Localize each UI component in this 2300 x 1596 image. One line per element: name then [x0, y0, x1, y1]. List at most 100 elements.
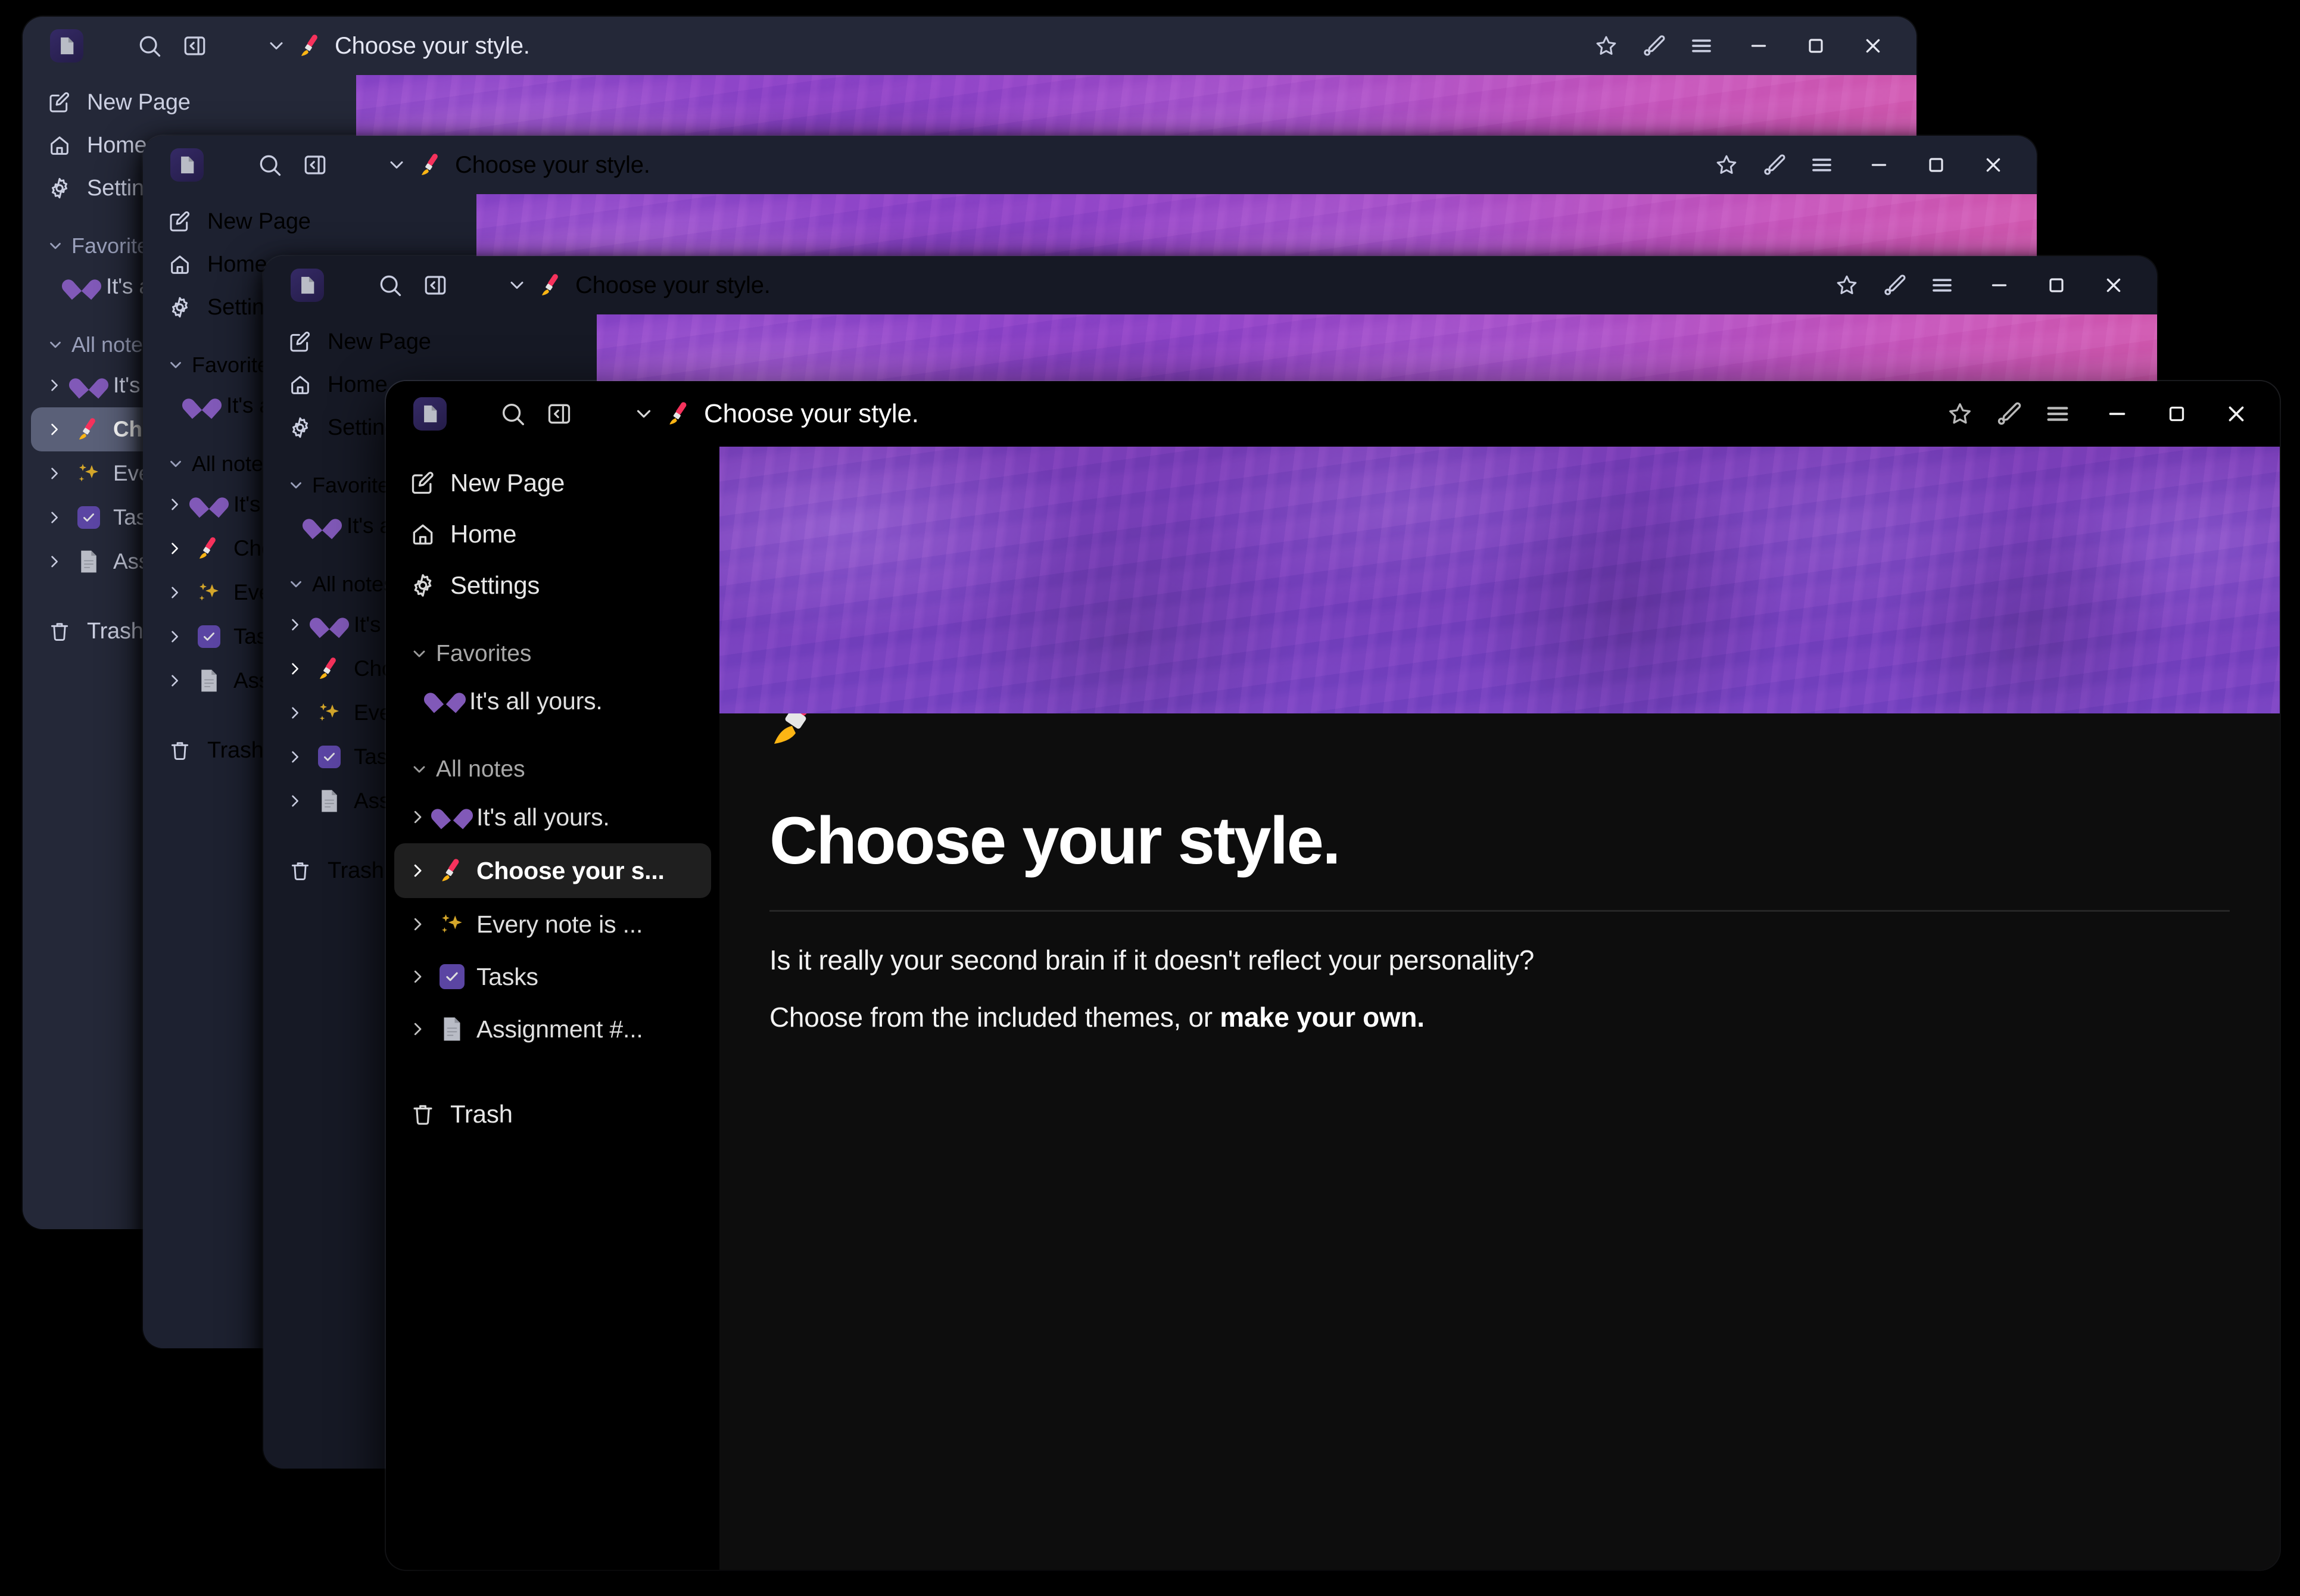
- breadcrumb[interactable]: Choose your style.: [266, 33, 1590, 60]
- titlebar-4[interactable]: Choose your style.: [23, 17, 1916, 75]
- paintbrush-icon[interactable]: [1878, 269, 1911, 301]
- panel-collapse-left-icon[interactable]: [543, 398, 575, 430]
- star-icon[interactable]: [1710, 149, 1743, 181]
- list-item[interactable]: Tasks: [394, 950, 711, 1003]
- gear-icon: [410, 572, 436, 598]
- maximize-icon[interactable]: [2040, 269, 2073, 301]
- sidebar-item-new-page[interactable]: New Page: [151, 200, 468, 243]
- divider: [769, 910, 2230, 912]
- sidebar-item-label: New Page: [450, 469, 565, 497]
- chevron-right-icon[interactable]: [164, 540, 185, 557]
- sidebar-item-label: New Page: [87, 89, 191, 115]
- hamburger-menu-icon[interactable]: [2042, 398, 2074, 430]
- sidebar-item-home[interactable]: Home: [394, 509, 711, 560]
- hamburger-menu-icon[interactable]: [1926, 269, 1958, 301]
- chevron-right-icon[interactable]: [407, 808, 428, 826]
- chevron-right-icon[interactable]: [44, 553, 64, 570]
- cover-banner[interactable]: [719, 447, 2280, 713]
- paintbrush-icon[interactable]: [1758, 149, 1790, 181]
- chevron-right-icon[interactable]: [407, 968, 428, 986]
- checkbox-emoji: [75, 506, 102, 529]
- close-icon[interactable]: [1977, 149, 2009, 181]
- maximize-icon[interactable]: [1920, 149, 1952, 181]
- sparkles-emoji: [195, 579, 223, 606]
- paintbrush-icon[interactable]: [1993, 398, 2025, 430]
- list-item[interactable]: It's all yours.: [394, 791, 711, 843]
- chevron-right-icon[interactable]: [164, 628, 185, 645]
- document-body: Choose your style. Is it really your sec…: [719, 674, 2280, 1033]
- chevron-right-icon[interactable]: [44, 421, 64, 438]
- close-icon[interactable]: [2220, 398, 2252, 430]
- breadcrumb[interactable]: Choose your style.: [632, 399, 1944, 429]
- close-icon[interactable]: [1857, 30, 1889, 62]
- chevron-right-icon[interactable]: [285, 793, 305, 809]
- window-actions-active[interactable]: [1944, 398, 2252, 430]
- titlebar-3[interactable]: Choose your style.: [143, 136, 2037, 194]
- titlebar-2[interactable]: Choose your style.: [263, 256, 2157, 314]
- star-icon[interactable]: [1590, 30, 1622, 62]
- sidebar-item-new-page[interactable]: New Page: [31, 81, 348, 124]
- list-item-active[interactable]: Choose your s...: [394, 843, 711, 898]
- page-title: Choose your style.: [335, 32, 530, 59]
- section-favorites[interactable]: Favorites: [394, 632, 711, 675]
- minimize-icon[interactable]: [1743, 30, 1775, 62]
- chevron-right-icon[interactable]: [407, 862, 428, 880]
- paintbrush-emoji: [298, 33, 324, 59]
- list-item[interactable]: Assignment #...: [394, 1003, 711, 1055]
- sidebar-item-label: Trash: [87, 618, 144, 644]
- sidebar-item-trash[interactable]: Trash: [394, 1089, 711, 1140]
- list-item[interactable]: Every note is ...: [394, 898, 711, 950]
- gear-icon: [167, 294, 193, 320]
- chevron-right-icon[interactable]: [407, 915, 428, 933]
- titlebar-active[interactable]: Choose your style.: [386, 381, 2280, 447]
- minimize-icon[interactable]: [2101, 398, 2133, 430]
- note-title: Tasks: [476, 962, 538, 990]
- chevron-right-icon[interactable]: [285, 705, 305, 721]
- close-icon[interactable]: [2098, 269, 2130, 301]
- chevron-right-icon[interactable]: [285, 616, 305, 633]
- chevron-right-icon[interactable]: [285, 660, 305, 677]
- sidebar-active[interactable]: New Page Home Settings Favorites It's al…: [386, 447, 719, 1570]
- breadcrumb[interactable]: Choose your style.: [386, 152, 1710, 179]
- search-icon[interactable]: [374, 269, 406, 301]
- paintbrush-emoji: [538, 272, 565, 298]
- sidebar-item-new-page[interactable]: New Page: [394, 457, 711, 509]
- search-icon[interactable]: [133, 30, 166, 62]
- chevron-down-icon: [50, 242, 61, 250]
- chevron-right-icon[interactable]: [164, 672, 185, 689]
- maximize-icon[interactable]: [2161, 398, 2193, 430]
- sidebar-item-label: Home: [87, 132, 147, 158]
- app-window-active[interactable]: Choose your style. New Page Home Setting…: [386, 381, 2280, 1570]
- star-icon[interactable]: [1944, 398, 1976, 430]
- window-actions-2[interactable]: [1831, 269, 2130, 301]
- window-actions-3[interactable]: [1710, 149, 2009, 181]
- sidebar-item-new-page[interactable]: New Page: [272, 320, 588, 363]
- minimize-icon[interactable]: [1863, 149, 1895, 181]
- search-icon[interactable]: [497, 398, 529, 430]
- search-icon[interactable]: [254, 149, 286, 181]
- sidebar-item-label: New Page: [207, 208, 311, 234]
- chevron-right-icon[interactable]: [164, 584, 185, 601]
- chevron-right-icon[interactable]: [164, 496, 185, 513]
- chevron-right-icon[interactable]: [285, 749, 305, 765]
- maximize-icon[interactable]: [1800, 30, 1832, 62]
- list-item[interactable]: It's all yours.: [394, 675, 711, 727]
- chevron-right-icon[interactable]: [44, 377, 64, 394]
- hamburger-menu-icon[interactable]: [1806, 149, 1838, 181]
- chevron-right-icon[interactable]: [407, 1020, 428, 1038]
- window-actions-4[interactable]: [1590, 30, 1889, 62]
- star-icon[interactable]: [1831, 269, 1863, 301]
- minimize-icon[interactable]: [1983, 269, 2015, 301]
- panel-collapse-left-icon[interactable]: [299, 149, 331, 181]
- trash-icon: [287, 858, 313, 884]
- paintbrush-icon[interactable]: [1638, 30, 1670, 62]
- panel-collapse-left-icon[interactable]: [419, 269, 451, 301]
- sidebar-item-settings[interactable]: Settings: [394, 560, 711, 611]
- breadcrumb[interactable]: Choose your style.: [506, 272, 1831, 299]
- panel-collapse-left-icon[interactable]: [179, 30, 211, 62]
- chevron-right-icon[interactable]: [44, 509, 64, 526]
- chevron-down-icon: [270, 42, 283, 49]
- hamburger-menu-icon[interactable]: [1685, 30, 1718, 62]
- section-all-notes[interactable]: All notes: [394, 748, 711, 791]
- chevron-right-icon[interactable]: [44, 465, 64, 482]
